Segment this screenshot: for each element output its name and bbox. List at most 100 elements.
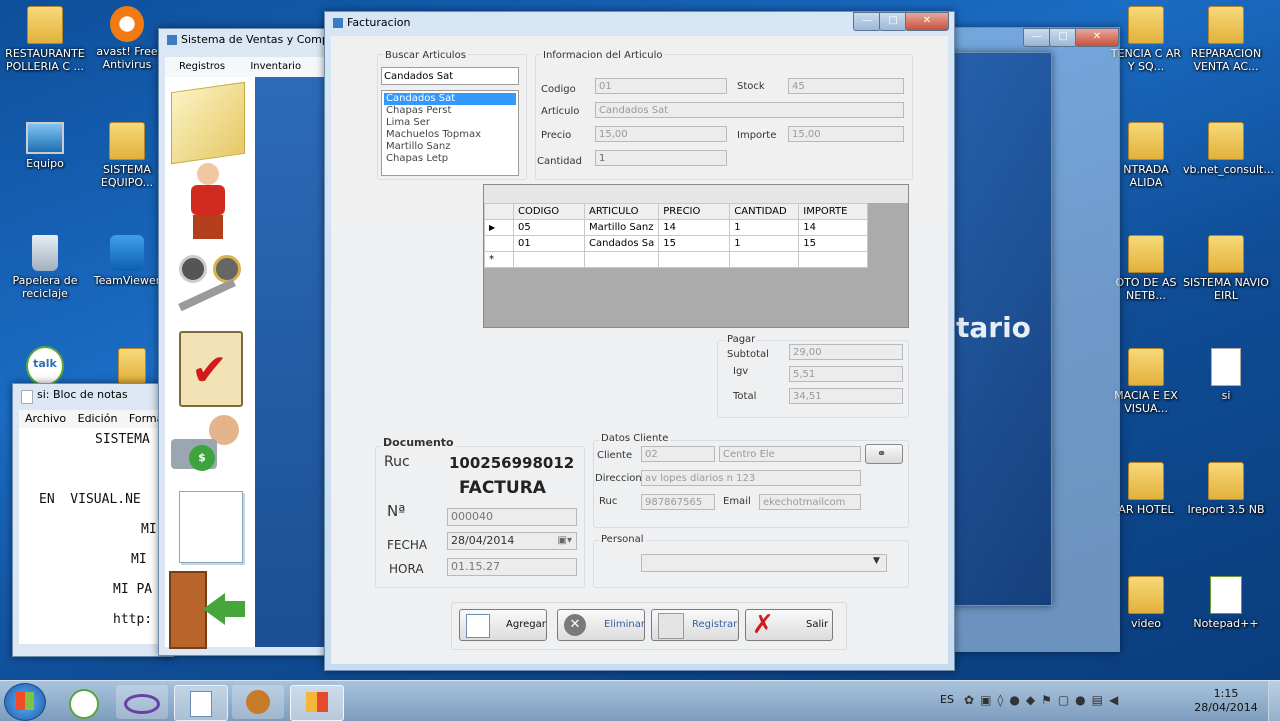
eliminar-button[interactable]: ✕ Eliminar bbox=[557, 609, 645, 641]
desktop-icon-equipo[interactable]: Equipo bbox=[2, 122, 88, 170]
personal-select[interactable] bbox=[641, 554, 887, 572]
codigo-field[interactable]: 01 bbox=[595, 78, 727, 94]
column-header-precio[interactable]: PRECIO bbox=[658, 203, 731, 220]
articulo-field[interactable]: Candados Sat bbox=[595, 102, 904, 118]
desktop-icon-teamviewer[interactable]: TeamViewer bbox=[92, 235, 162, 287]
items-table[interactable]: CODIGO ARTICULO PRECIO CANTIDAD IMPORTE … bbox=[484, 203, 869, 268]
tray-icon[interactable]: ▣ bbox=[980, 693, 997, 707]
table-cell[interactable]: 15 bbox=[658, 235, 731, 252]
list-item[interactable]: Martillo Sanz bbox=[382, 141, 518, 153]
fecha-picker[interactable]: 28/04/2014 ▣▾ bbox=[447, 532, 577, 550]
checklist-icon[interactable]: ✔ bbox=[179, 331, 243, 407]
list-item[interactable]: Chapas Perst bbox=[382, 105, 518, 117]
igv-field[interactable]: 5,51 bbox=[789, 366, 903, 382]
taskbar-talk-icon[interactable] bbox=[58, 685, 110, 719]
flag-icon[interactable]: ⚑ bbox=[1041, 693, 1058, 707]
table-cell[interactable]: 14 bbox=[798, 219, 869, 236]
cliente-id-field[interactable]: 02 bbox=[641, 446, 715, 462]
tray-icon[interactable]: ● bbox=[1075, 693, 1091, 707]
column-header-articulo[interactable]: ARTICULO bbox=[583, 203, 660, 220]
table-cell[interactable] bbox=[513, 251, 585, 268]
desktop-icon-vbnet[interactable]: vb.net_consult... bbox=[1183, 122, 1274, 176]
table-cell[interactable]: 15 bbox=[798, 235, 869, 252]
maximize-button[interactable]: □ bbox=[1049, 28, 1077, 47]
table-row[interactable]: 01 Candados Sa 15 1 15 bbox=[484, 235, 869, 252]
calendar-dropdown-icon[interactable]: ▣▾ bbox=[558, 533, 572, 549]
close-button[interactable]: ✕ bbox=[905, 12, 949, 31]
numero-field[interactable]: 000040 bbox=[447, 508, 577, 526]
taskbar-app-icon[interactable] bbox=[232, 685, 284, 719]
column-header-codigo[interactable]: CODIGO bbox=[513, 203, 585, 220]
stock-field[interactable]: 45 bbox=[788, 78, 904, 94]
subtotal-field[interactable]: 29,00 bbox=[789, 344, 903, 360]
desktop-icon-sistema-equipo[interactable]: SISTEMA EQUIPO... bbox=[92, 122, 162, 189]
agregar-button[interactable]: Agregar bbox=[459, 609, 547, 641]
notepad-text-area[interactable]: SISTEMA EN VISUAL.NE MI MI MI PA http: bbox=[19, 428, 173, 644]
cliente-nombre-field[interactable]: Centro Ele bbox=[719, 446, 861, 462]
taskbar-vs-icon[interactable] bbox=[116, 685, 168, 719]
menu-edicion[interactable]: Edición bbox=[78, 412, 118, 425]
registrar-button[interactable]: Registrar bbox=[651, 609, 739, 641]
volume-icon[interactable]: ◀ bbox=[1109, 693, 1124, 707]
facturacion-window[interactable]: Facturacion — □ ✕ Buscar Articulos Canda… bbox=[324, 11, 955, 671]
close-button[interactable]: ✕ bbox=[1075, 28, 1119, 47]
cantidad-field[interactable]: 1 bbox=[595, 150, 727, 166]
tray-icon[interactable]: ◆ bbox=[1026, 693, 1041, 707]
taskbar-ventas-icon[interactable] bbox=[290, 685, 344, 721]
desktop-icon-avast[interactable]: avast! Free Antivirus bbox=[92, 6, 162, 71]
buscar-cliente-button[interactable]: ⚭ bbox=[865, 444, 903, 464]
table-cell[interactable] bbox=[583, 251, 660, 268]
cliente-ruc-field[interactable]: 987867565 bbox=[641, 494, 715, 510]
list-item[interactable]: Machuelos Topmax bbox=[382, 129, 518, 141]
chevron-down-icon[interactable]: ▼ bbox=[873, 556, 880, 566]
maximize-button[interactable]: □ bbox=[879, 12, 907, 31]
article-listbox[interactable]: Candados Sat Chapas Perst Lima Ser Machu… bbox=[381, 90, 519, 176]
tray-icon[interactable]: ▤ bbox=[1092, 693, 1109, 707]
desktop-icon-ireport[interactable]: Ireport 3.5 NB bbox=[1183, 462, 1269, 516]
notepad-window[interactable]: si: Bloc de notas Archivo Edición Forma … bbox=[12, 383, 174, 657]
table-cell[interactable]: 01 bbox=[513, 235, 585, 252]
locks-keys-icon[interactable] bbox=[173, 251, 247, 321]
email-field[interactable]: ekechotmailcom bbox=[759, 494, 861, 510]
desktop-icon-papelera[interactable]: Papelera de reciclaje bbox=[2, 235, 88, 300]
cashier-icon[interactable]: $ bbox=[169, 415, 249, 479]
table-cell[interactable] bbox=[729, 251, 800, 268]
column-header-cantidad[interactable]: CANTIDAD bbox=[729, 203, 800, 220]
table-cell[interactable] bbox=[658, 251, 731, 268]
desktop-icon-notepadpp[interactable]: Notepad++ bbox=[1183, 576, 1269, 630]
list-item[interactable]: Candados Sat bbox=[384, 93, 516, 105]
desktop-icon-reparacion[interactable]: REPARACION VENTA AC... bbox=[1183, 6, 1269, 73]
table-row-new[interactable]: * bbox=[484, 251, 869, 268]
minimize-button[interactable]: — bbox=[1023, 28, 1051, 47]
table-cell[interactable] bbox=[798, 251, 869, 268]
show-desktop-button[interactable] bbox=[1268, 681, 1280, 721]
column-header-importe[interactable]: IMPORTE bbox=[798, 203, 869, 220]
importe-field[interactable]: 15,00 bbox=[788, 126, 904, 142]
items-grid[interactable]: CODIGO ARTICULO PRECIO CANTIDAD IMPORTE … bbox=[483, 184, 909, 328]
tray-icon[interactable]: ✿ bbox=[964, 693, 980, 707]
desktop-icon-si[interactable]: si bbox=[1183, 348, 1269, 402]
tray-icon[interactable]: ◊ bbox=[997, 693, 1009, 707]
list-item[interactable]: Chapas Letp bbox=[382, 153, 518, 165]
notebook-icon[interactable] bbox=[171, 81, 245, 165]
hora-field[interactable]: 01.15.27 bbox=[447, 558, 577, 576]
report-icon[interactable] bbox=[179, 491, 243, 563]
precio-field[interactable]: 15,00 bbox=[595, 126, 727, 142]
desktop-icon-navio[interactable]: SISTEMA NAVIO EIRL bbox=[1183, 235, 1269, 302]
table-row[interactable]: ▶ 05 Martillo Sanz 14 1 14 bbox=[484, 219, 869, 236]
desktop-icon-restaurante[interactable]: RESTAURANTE POLLERIA C ... bbox=[2, 6, 88, 73]
article-search-input[interactable] bbox=[381, 67, 519, 85]
exit-door-icon[interactable] bbox=[169, 571, 245, 649]
menu-inventario[interactable]: Inventario bbox=[250, 61, 301, 72]
direccion-field[interactable]: av lopes diarios n 123 bbox=[641, 470, 861, 486]
sales-person-icon[interactable] bbox=[179, 163, 239, 241]
table-cell[interactable]: 1 bbox=[729, 235, 800, 252]
total-field[interactable]: 34,51 bbox=[789, 388, 903, 404]
tray-icon[interactable]: ▢ bbox=[1058, 693, 1075, 707]
salir-button[interactable]: ✗ Salir bbox=[745, 609, 833, 641]
menu-registros[interactable]: Registros bbox=[179, 61, 225, 72]
table-cell[interactable]: 1 bbox=[729, 219, 800, 236]
minimize-button[interactable]: — bbox=[853, 12, 881, 31]
taskbar-notepad-icon[interactable] bbox=[174, 685, 228, 721]
menu-archivo[interactable]: Archivo bbox=[25, 412, 66, 425]
